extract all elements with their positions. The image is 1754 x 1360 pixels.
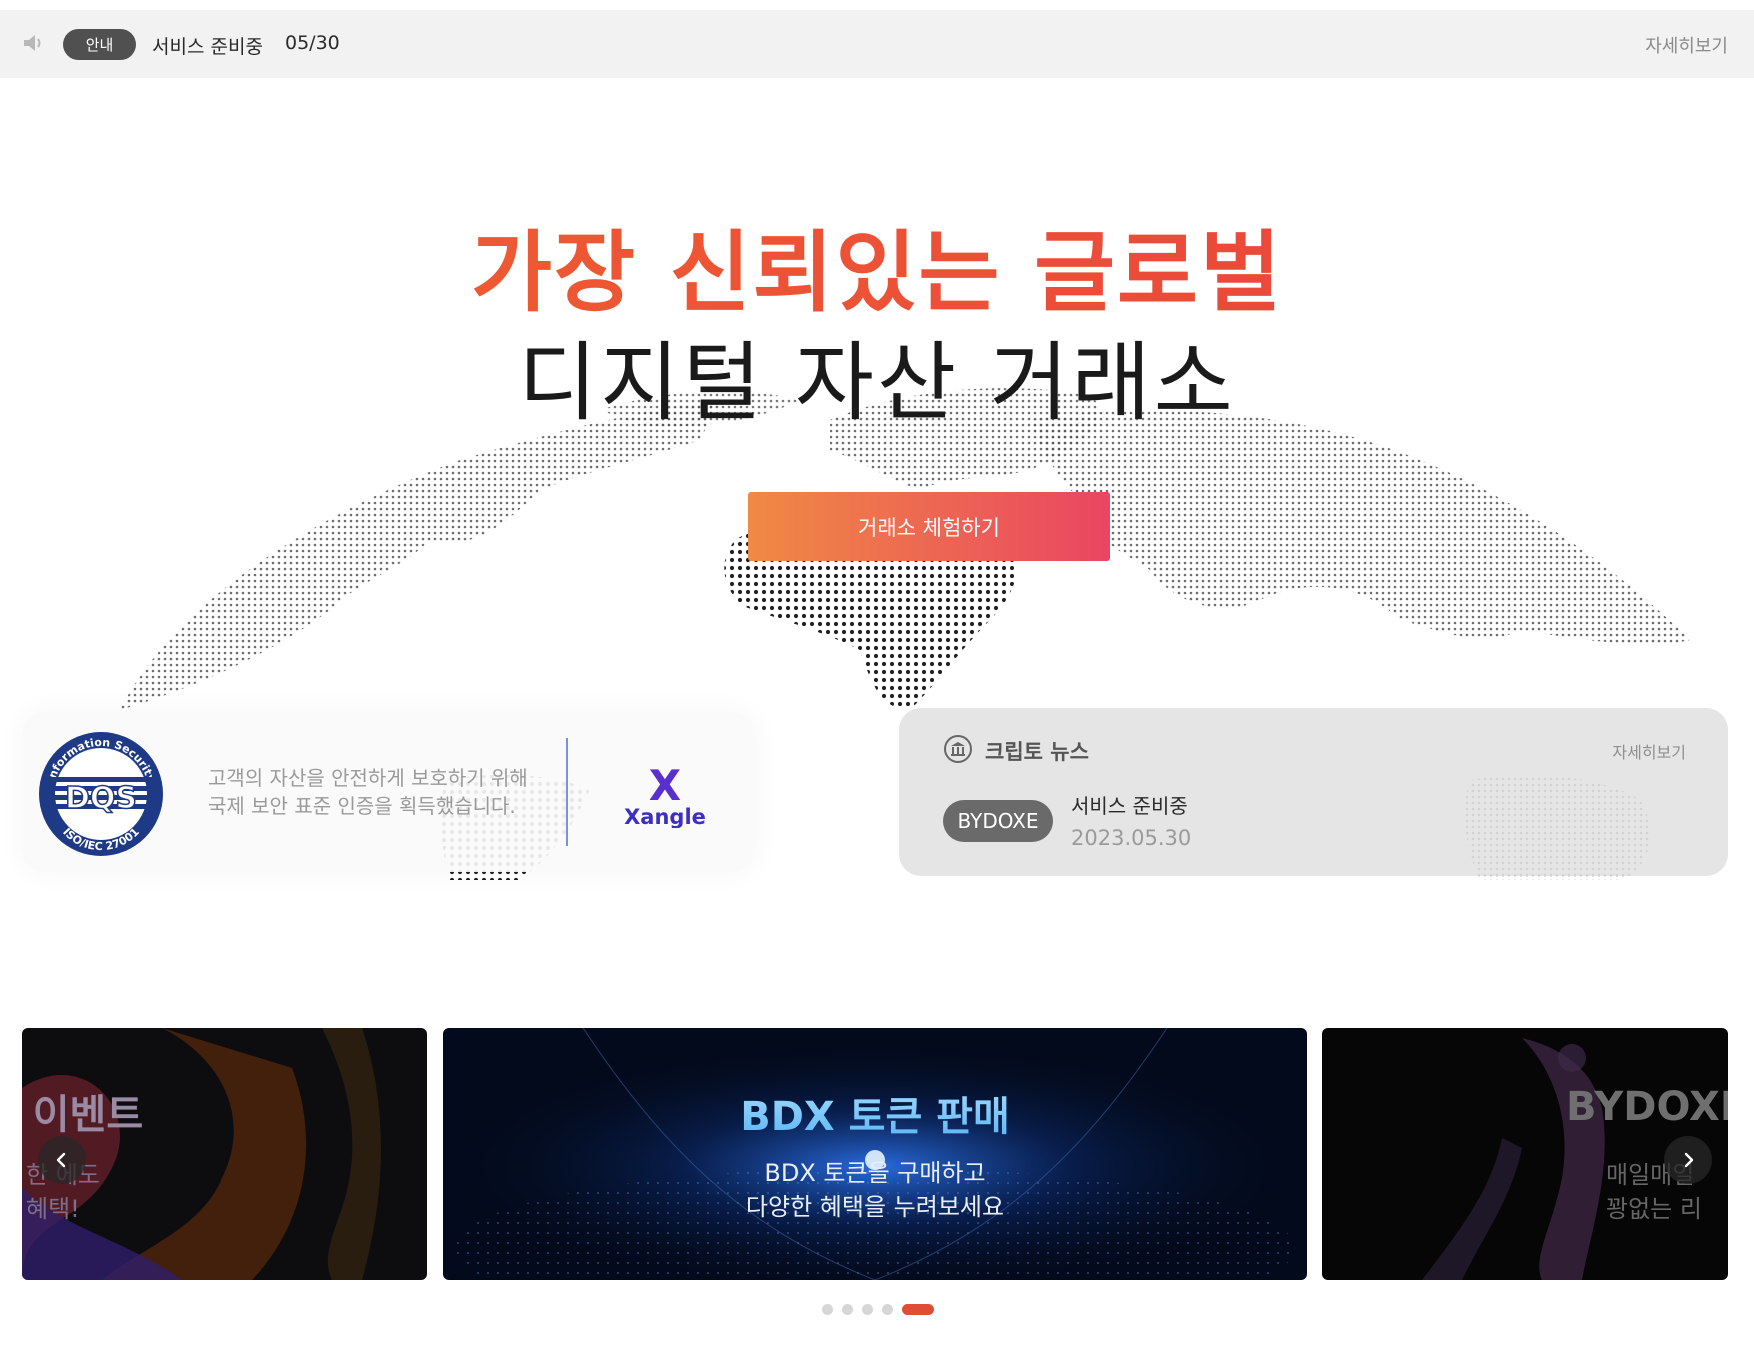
- news-title: 크립토 뉴스: [985, 740, 1089, 764]
- carousel-slide-current[interactable]: BDX 토큰 판매 BDX 토큰을 구매하고 다양한 혜택을 누려보세요: [443, 1028, 1307, 1280]
- news-source-badge: BYDOXE: [943, 800, 1053, 842]
- pagination-dot[interactable]: [862, 1303, 873, 1315]
- news-headline[interactable]: 서비스 준비중: [1071, 790, 1188, 819]
- certification-card: Information Security ISO/IEC 27001 DQS 고…: [22, 712, 756, 872]
- speaker-icon: [24, 35, 41, 51]
- slide-subtitle: BDX 토큰을 구매하고 다양한 혜택을 누려보세요: [443, 1156, 1307, 1224]
- slide-subtitle-line2: 다양한 혜택을 누려보세요: [745, 1193, 1005, 1221]
- news-more-link[interactable]: 자세히보기: [1612, 739, 1686, 763]
- carousel-prev-button[interactable]: [38, 1136, 86, 1184]
- slide-subtitle-line1: BDX 토큰을 구매하고: [764, 1159, 986, 1187]
- try-exchange-button[interactable]: 거래소 체험하기: [748, 492, 1110, 561]
- notice-date: 05/30: [285, 32, 340, 54]
- pagination-dot[interactable]: [882, 1303, 893, 1315]
- hero-title: 디지털 자산 거래소: [518, 333, 1236, 433]
- bank-icon: [944, 735, 972, 763]
- pagination-dot[interactable]: [822, 1303, 833, 1315]
- notice-bar: 안내 서비스 준비중 05/30 자세히보기: [0, 10, 1754, 78]
- notice-more-link[interactable]: 자세히보기: [1645, 32, 1728, 58]
- slide-art-token: [443, 1028, 1307, 1280]
- slide-subtitle-line2: 혜택!: [26, 1195, 80, 1223]
- carousel-pagination: [822, 1302, 934, 1316]
- certification-divider: [566, 738, 568, 846]
- promo-carousel: 프 이벤트 한 에도 혜택! BDX 토큰 판매: [0, 1028, 1754, 1280]
- certification-line2: 국제 보안 표준 인증을 획득했습니다.: [208, 794, 516, 818]
- slide-title: BDX 토큰 판매: [443, 1084, 1307, 1142]
- chevron-right-icon: [1684, 1152, 1694, 1168]
- notice-text[interactable]: 서비스 준비중: [152, 32, 263, 59]
- crypto-news-card: 크립토 뉴스 자세히보기 BYDOXE 서비스 준비중 2023.05.30: [899, 708, 1728, 876]
- news-date: 2023.05.30: [1071, 826, 1192, 850]
- dqs-iso-logo: Information Security ISO/IEC 27001 DQS: [39, 732, 163, 856]
- slide-title: 프 이벤트: [22, 1092, 144, 1138]
- certification-text: 고객의 자산을 안전하게 보호하기 위해 국제 보안 표준 인증을 획득했습니다…: [208, 764, 528, 820]
- pagination-dot[interactable]: [842, 1303, 853, 1315]
- xangle-name: Xangle: [624, 805, 706, 828]
- pagination-dot-active[interactable]: [902, 1303, 934, 1315]
- hero-title-accent: 가장 신뢰있는 글로벌: [0, 202, 1754, 329]
- certification-line1: 고객의 자산을 안전하게 보호하기 위해: [208, 766, 528, 790]
- chevron-left-icon: [56, 1152, 66, 1168]
- slide-title: BYDOXE: [1566, 1084, 1728, 1130]
- xangle-logo: X Xangle: [624, 764, 706, 828]
- carousel-next-button[interactable]: [1664, 1136, 1712, 1184]
- dqs-center-text: DQS: [65, 781, 137, 816]
- notice-badge: 안내: [63, 29, 136, 60]
- xangle-mark: X: [649, 764, 681, 810]
- slide-subtitle-line2: 꽝없는 리: [1606, 1195, 1702, 1223]
